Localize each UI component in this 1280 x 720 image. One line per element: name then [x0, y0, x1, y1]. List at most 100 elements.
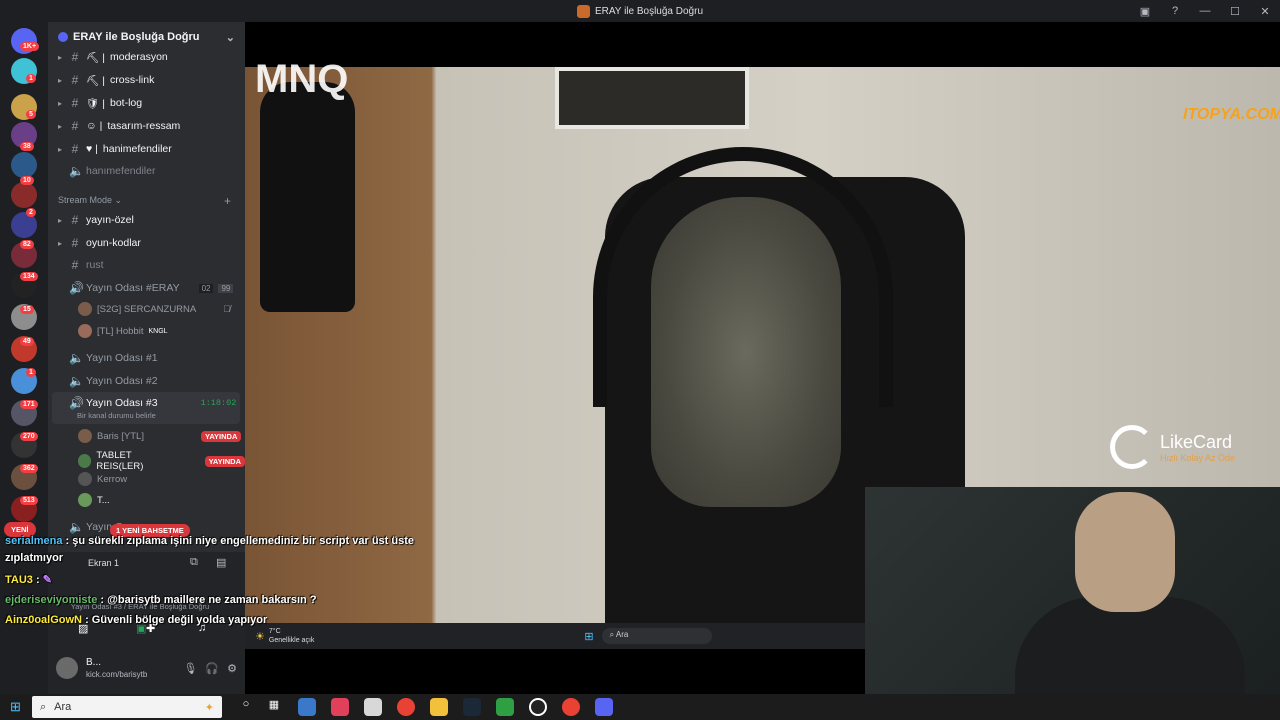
close-button[interactable]: ✕ [1250, 5, 1280, 18]
category-label: Stream Mode [58, 195, 113, 205]
badge: 362 [20, 464, 38, 473]
minimize-button[interactable]: — [1190, 5, 1220, 17]
maximize-button[interactable]: ☐ [1220, 5, 1250, 18]
voice-channel-muted[interactable]: 🔈 hanımefendiler [58, 164, 155, 178]
chat-nick: TAU3 [5, 574, 33, 586]
app-icon[interactable] [496, 698, 514, 716]
server-icon[interactable] [11, 152, 37, 178]
badge: 134 [20, 272, 38, 281]
server-icon [58, 32, 68, 42]
channel-moderasyon[interactable]: ▸ # ⛏ | moderasyon [58, 50, 168, 64]
user-count: 02 [198, 283, 214, 293]
copilot-app-icon[interactable] [331, 698, 349, 716]
start-icon[interactable]: ⊞ [10, 699, 21, 715]
channel-label: Yayın Odası #2 [86, 375, 158, 387]
channel-label: Yayın Odası #1 [86, 352, 158, 364]
voice-channel-1[interactable]: 🔈 Yayın Odası #1 [58, 351, 158, 365]
voice-channel-3[interactable]: 🔊 Yayın Odası #3 1:18:02 [58, 396, 236, 410]
voice-user[interactable]: Kerrow [78, 472, 127, 486]
weather-icon: ☀ [255, 630, 265, 643]
avatar[interactable] [56, 657, 78, 679]
sponsor-logo: ITOPYA.COM [1183, 106, 1280, 123]
voice-user[interactable]: T... [78, 493, 110, 507]
headphones-icon[interactable]: 🎧 [205, 662, 219, 675]
badge: 270 [20, 432, 38, 441]
screen-share-icon[interactable]: ⧉ [190, 556, 198, 569]
windows-taskbar: ⊞ ⌕ Ara ✦ ○ ▦ [0, 694, 1280, 720]
chat-text: : [35, 574, 40, 586]
channel-status[interactable]: Bir kanal durumu belirle [77, 411, 156, 420]
discord-icon[interactable] [595, 698, 613, 716]
add-channel-icon[interactable]: + [224, 194, 231, 208]
search-label: Ara [615, 630, 629, 639]
channel-oyun-kodlar[interactable]: ▸ # oyun-kodlar [58, 236, 141, 250]
channel-label: yayın-özel [86, 214, 134, 226]
chat-nick: serialmena [5, 535, 63, 547]
avatar [78, 429, 92, 443]
chat-text: : Güvenli bölge değil yolda yapıyor [85, 614, 268, 626]
help-icon[interactable]: ? [1160, 5, 1190, 17]
badge: 10 [20, 176, 34, 185]
inbox-icon[interactable]: ▣ [1130, 5, 1160, 18]
app-icon[interactable] [298, 698, 316, 716]
channel-tasarim-ressam[interactable]: ▸ # ☺ | tasarım-ressam [58, 119, 180, 133]
likecard-brand: LikeCard [1160, 431, 1233, 452]
soundboard-icon[interactable]: ▤ [216, 556, 226, 569]
voice-channel-eray[interactable]: 🔊 Yayın Odası #ERAY 02 99 [58, 281, 234, 295]
avatar [78, 302, 92, 316]
chrome-icon[interactable] [397, 698, 415, 716]
avatar [78, 324, 92, 338]
microphone-icon[interactable]: 🎙 [183, 662, 197, 675]
channel-yayin-ozel[interactable]: ▸ # yayın-özel [58, 213, 134, 227]
app-icon[interactable] [529, 698, 547, 716]
chrome-icon[interactable] [562, 698, 580, 716]
settings-gear-icon[interactable]: ⚙ [227, 662, 237, 675]
user-name: [S2G] SERCANZURNA [97, 303, 197, 315]
chevron-down-icon[interactable]: ⌄ [226, 31, 235, 44]
channel-rust[interactable]: # rust [58, 258, 104, 272]
chat-message: TAU3 : ✎ [5, 573, 52, 586]
streamer-face [1075, 492, 1175, 612]
user-limit: 99 [218, 283, 234, 293]
channel-label: bot-log [109, 97, 143, 109]
store-icon[interactable] [364, 698, 382, 716]
voice-channel-2[interactable]: 🔈 Yayın Odası #2 [58, 374, 158, 388]
voice-user[interactable]: TABLET REIS(LER) YAYINDA [78, 450, 245, 472]
badge: 5 [26, 110, 36, 119]
call-timer: 1:18:02 [200, 398, 237, 408]
chat-message: serialmena : şu sürekli zıplama işini ni… [5, 535, 414, 547]
folder-icon[interactable] [430, 698, 448, 716]
badge: 1 [26, 368, 36, 377]
badge: 513 [20, 496, 38, 505]
channel-label: rust [86, 259, 104, 271]
task-view-icon[interactable]: ○ [237, 698, 255, 716]
emote-icon: ✎ [42, 574, 52, 586]
voice-user[interactable]: [S2G] SERCANZURNA 🎙̸ [78, 302, 230, 316]
taskbar-search[interactable]: ⌕ Ara ✦ [32, 696, 222, 718]
channel-label: Yayın Odası #ERAY [86, 282, 180, 294]
channel-hanimefendiler[interactable]: ▸ # ♥ | hanimefendiler [58, 142, 172, 156]
user-name: Kerrow [97, 473, 128, 485]
channel-bot-log[interactable]: ▸ # 🛡 | bot-log [58, 96, 142, 110]
streamer-webcam [865, 487, 1280, 720]
server-icon[interactable] [11, 182, 37, 208]
channel-label: tasarım-ressam [107, 120, 181, 132]
voice-user[interactable]: [TL] Hobbit KNGL [78, 324, 168, 338]
copilot-icon: ✦ [204, 701, 214, 714]
search-icon: ⌕ [40, 700, 47, 713]
server-header[interactable]: ERAY ile Boşluğa Doğru ⌄ [48, 22, 245, 52]
widgets-icon[interactable]: ▦ [265, 698, 283, 716]
coat-on-door [260, 82, 355, 312]
category-stream-mode[interactable]: Stream Mode ⌄ [58, 195, 122, 206]
channel-cross-link[interactable]: ▸ # ⛏ | cross-link [58, 73, 154, 87]
chat-text: : @barisytb maillere ne zaman bakarsın ? [100, 594, 317, 606]
search-label: Ara [54, 701, 72, 713]
user-name: TABLET REIS(LER) [96, 450, 144, 472]
avatar [78, 472, 92, 486]
likecard-logo: LikeCard Hızlı Kolay Az Öde [1110, 425, 1235, 469]
likecard-tagline: Hızlı Kolay Az Öde [1160, 452, 1236, 463]
voice-user[interactable]: Baris [YTL] YAYINDA [78, 429, 242, 443]
badge: 82 [20, 240, 34, 249]
title-bar: ERAY ile Boşluğa Doğru ▣ ? — ☐ ✕ [0, 0, 1280, 22]
steam-icon[interactable] [463, 698, 481, 716]
